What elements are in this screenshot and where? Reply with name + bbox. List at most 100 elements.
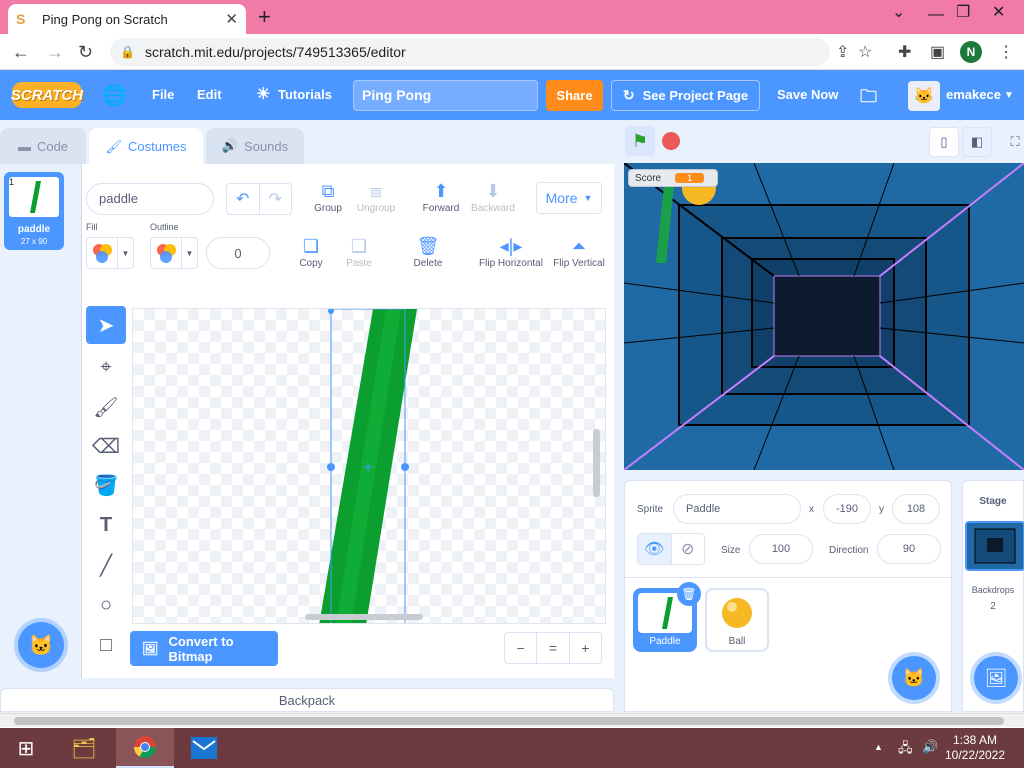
sprite-tile-ball[interactable]: Ball <box>705 588 769 652</box>
profile-avatar[interactable]: N <box>960 41 982 63</box>
project-title-input[interactable]: Ping Pong <box>353 80 538 111</box>
forward-icon[interactable]: → <box>46 42 64 63</box>
stop-button[interactable] <box>662 132 680 150</box>
window-minimize-icon[interactable]: — <box>928 6 944 24</box>
file-explorer-icon[interactable]: 🗂 <box>58 728 110 768</box>
scratch-logo[interactable]: SCRATCH <box>11 82 83 108</box>
group-button[interactable]: ⧉ Group <box>308 181 348 214</box>
close-tab-icon[interactable]: ✕ <box>225 10 238 28</box>
save-now-button[interactable]: Save Now <box>777 87 838 102</box>
fill-tool[interactable]: 🪣 <box>86 466 126 504</box>
mail-taskbar-icon[interactable] <box>178 728 230 768</box>
backward-button[interactable]: ⬇ Backward <box>468 181 518 214</box>
tab-costumes[interactable]: 🖌 Costumes <box>89 128 203 165</box>
paint-canvas[interactable] <box>132 308 606 624</box>
more-button[interactable]: More ▼ <box>536 182 602 214</box>
zoom-reset-icon[interactable]: = <box>536 633 568 663</box>
sprite-name-input[interactable]: Paddle <box>673 494 801 524</box>
see-project-page-button[interactable]: ↻ See Project Page <box>611 80 760 111</box>
fullscreen-button[interactable]: ⛶ <box>1000 127 1024 157</box>
paste-button[interactable]: ❏ Paste <box>342 236 376 269</box>
costume-name-input[interactable]: paddle <box>86 183 214 215</box>
green-flag-button[interactable]: ⚑ <box>625 126 655 156</box>
taskbar-clock[interactable]: 1:38 AM 10/22/2022 <box>930 733 1020 763</box>
forward-button[interactable]: ⬆ Forward <box>418 181 464 214</box>
zoom-controls: − = + <box>504 632 602 664</box>
outline-width-input[interactable]: 0 <box>206 237 270 269</box>
chrome-menu-icon[interactable]: ⋮ <box>998 42 1014 62</box>
flip-horizontal-button[interactable]: ◂|▸ Flip Horizontal <box>476 236 546 269</box>
circle-tool[interactable]: ○ <box>86 586 126 624</box>
share-page-icon[interactable]: ⇪ <box>836 42 849 62</box>
my-stuff-folder-icon[interactable]: 🗀 <box>860 84 877 113</box>
page-horizontal-scrollbar[interactable] <box>0 713 1024 727</box>
convert-to-bitmap-button[interactable]: 🖼 Convert to Bitmap <box>130 631 278 666</box>
tab-code[interactable]: ▬ Code <box>0 128 86 164</box>
tab-sounds[interactable]: 🔊 Sounds <box>206 128 304 164</box>
chrome-taskbar-icon[interactable] <box>116 728 174 768</box>
line-tool[interactable]: ╱ <box>86 546 126 584</box>
tab-sounds-label: Sounds <box>244 138 289 154</box>
rectangle-tool[interactable]: □ <box>86 626 126 664</box>
backpack-panel[interactable]: Backpack <box>0 688 614 712</box>
share-button[interactable]: Share <box>546 80 603 111</box>
normal-stage-button[interactable]: ◧ <box>962 127 992 157</box>
eraser-tool[interactable]: ⌫ <box>86 427 126 465</box>
paddle-costume-drawing[interactable] <box>133 309 606 624</box>
size-input[interactable]: 100 <box>749 534 813 564</box>
choose-sprite-button[interactable]: 🐱 <box>892 656 936 700</box>
delete-button[interactable]: 🗑 Delete <box>410 236 446 269</box>
reshape-tool[interactable]: ⌖ <box>86 348 126 386</box>
new-tab-icon[interactable]: + <box>258 4 271 30</box>
select-tool[interactable]: ➤ <box>86 306 126 344</box>
costume-tile[interactable]: 1 paddle 27 x 90 <box>4 172 64 250</box>
minimize-icon[interactable]: ⌄ <box>892 2 905 22</box>
text-tool[interactable]: T <box>86 506 126 544</box>
reload-icon[interactable]: ↻ <box>78 42 93 63</box>
bookmark-star-icon[interactable]: ☆ <box>858 42 872 62</box>
fill-color-picker[interactable]: ▼ <box>86 237 134 269</box>
windows-start-icon[interactable]: ⊞ <box>0 728 52 768</box>
close-window-icon[interactable]: ✕ <box>992 2 1005 22</box>
y-position-input[interactable]: 108 <box>892 494 940 524</box>
backdrops-label: Backdrops <box>971 585 1015 595</box>
choose-costume-button[interactable]: 🐱 <box>18 622 64 668</box>
zoom-in-icon[interactable]: + <box>568 633 601 663</box>
tutorials-menu[interactable]: Tutorials <box>278 87 332 102</box>
url-field[interactable]: 🔒 scratch.mit.edu/projects/749513365/edi… <box>110 38 830 66</box>
flip-vertical-label: Flip Vertical <box>553 258 605 269</box>
network-icon[interactable]: 🖧 <box>898 739 913 761</box>
extensions-icon[interactable]: ✚ <box>898 42 911 62</box>
show-eye-icon[interactable]: 👁 <box>638 534 671 564</box>
side-panel-icon[interactable]: ▣ <box>930 42 945 62</box>
score-label: Score <box>635 172 662 184</box>
choose-backdrop-button[interactable]: 🖼 <box>974 656 1018 700</box>
back-icon[interactable]: ← <box>12 42 30 63</box>
circle-icon: ○ <box>99 593 113 616</box>
direction-input[interactable]: 90 <box>877 534 941 564</box>
account-chevron-down-icon[interactable]: ▼ <box>1004 90 1014 101</box>
score-monitor[interactable]: Score 1 <box>628 169 718 187</box>
small-stage-button[interactable]: ▯ <box>929 127 959 157</box>
flip-vertical-button[interactable]: ⏶ Flip Vertical <box>550 236 608 269</box>
copy-button[interactable]: ❏ Copy <box>294 236 328 269</box>
brush-tool[interactable]: 🖌 <box>86 388 126 426</box>
file-menu[interactable]: File <box>152 87 174 102</box>
delete-sprite-button[interactable]: 🗑 <box>677 582 701 606</box>
ungroup-button[interactable]: ⧈ Ungroup <box>354 181 398 214</box>
show-hidden-icons-icon[interactable]: ▲ <box>874 742 883 752</box>
username[interactable]: emakece <box>946 87 1001 102</box>
stage-canvas[interactable] <box>624 163 1024 470</box>
browser-tab[interactable]: S Ping Pong on Scratch ✕ <box>8 4 246 34</box>
restore-icon[interactable]: ❐ <box>956 2 970 22</box>
undo-icon[interactable]: ↶ <box>227 184 259 214</box>
x-position-input[interactable]: -190 <box>823 494 871 524</box>
outline-color-picker[interactable]: ▼ <box>150 237 198 269</box>
redo-icon[interactable]: ↷ <box>258 184 292 214</box>
edit-menu[interactable]: Edit <box>197 87 222 102</box>
scrollbar-thumb[interactable] <box>14 717 1004 725</box>
user-avatar[interactable]: 🐱 <box>908 81 940 111</box>
language-globe-icon[interactable]: 🌐 <box>102 83 127 108</box>
zoom-out-icon[interactable]: − <box>505 633 536 663</box>
hide-eye-icon[interactable]: ⊘ <box>670 534 705 564</box>
